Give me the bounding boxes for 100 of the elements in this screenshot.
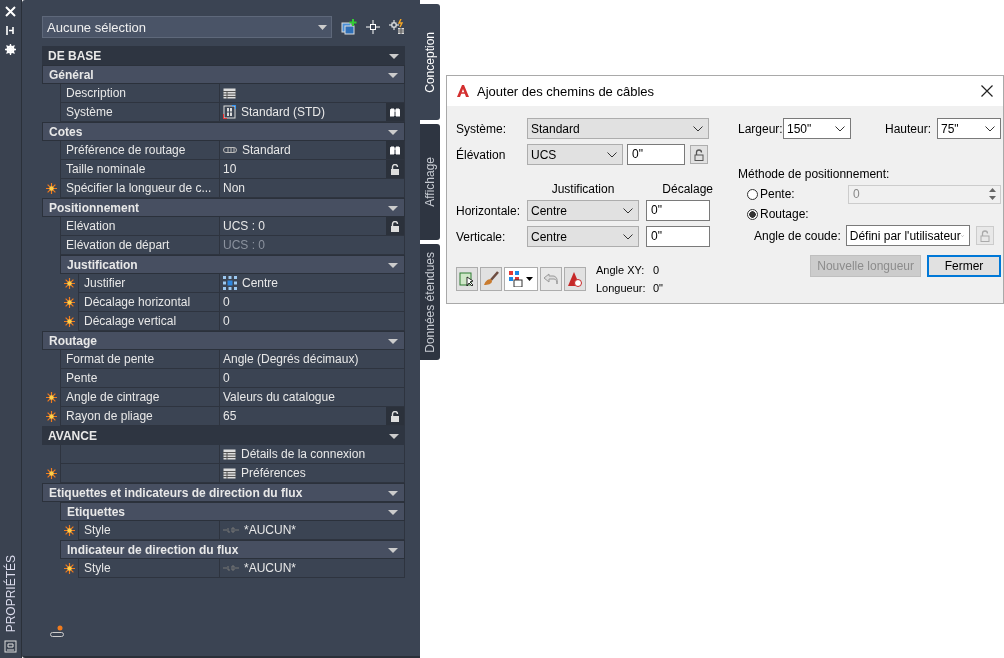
lock-icon <box>390 220 400 232</box>
browse-button[interactable] <box>386 103 404 121</box>
group-title: Etiquettes <box>67 504 125 519</box>
elevation-mode-dropdown[interactable]: UCS <box>527 144 623 165</box>
collapse-arrow-icon[interactable] <box>388 203 398 212</box>
property-value-cell[interactable] <box>220 84 405 103</box>
property-value-cell[interactable]: *AUCUN* <box>220 559 405 578</box>
category-header[interactable]: AVANCE <box>42 426 405 445</box>
match-button[interactable] <box>480 267 502 291</box>
collapse-arrow-icon[interactable] <box>388 507 398 516</box>
spin-arrows-icon <box>989 188 996 200</box>
readout-value: 0" <box>653 282 664 294</box>
property-value: *AUCUN* <box>244 523 297 537</box>
height-dropdown[interactable]: 75" <box>937 118 1001 139</box>
group-header[interactable]: Justification <box>60 255 405 274</box>
group-header[interactable]: Général <box>42 65 405 84</box>
routing-icon <box>223 146 237 154</box>
property-value-cell[interactable]: 0 <box>220 369 405 388</box>
property-label: Préférence de routage <box>66 143 186 157</box>
tag-icon <box>223 527 239 533</box>
vertical-tab[interactable]: Affichage <box>420 124 440 240</box>
lock-button[interactable] <box>690 145 708 164</box>
property-label: Spécifier la longueur de c... <box>66 181 212 195</box>
crosshair-icon[interactable] <box>366 20 380 34</box>
property-value: Valeurs du catalogue <box>223 390 336 404</box>
lock-icon <box>979 229 990 242</box>
group-header[interactable]: Indicateur de direction du flux <box>60 540 405 559</box>
group-header[interactable]: Cotes <box>42 122 405 141</box>
group-header[interactable]: Routage <box>42 331 405 350</box>
lock-button[interactable] <box>386 217 404 235</box>
collapse-arrow-icon[interactable] <box>389 431 399 440</box>
collapse-arrow-icon[interactable] <box>388 545 398 554</box>
property-label: Décalage horizontal <box>84 295 191 309</box>
radio-button[interactable]: Pente: <box>747 187 848 201</box>
selection-dropdown[interactable]: Aucune sélection <box>42 16 332 38</box>
category-title: AVANCE <box>48 428 97 443</box>
property-value-cell[interactable]: Angle (Degrés décimaux) <box>220 350 405 369</box>
justification-dropdown[interactable]: Centre <box>527 200 639 221</box>
width-dropdown[interactable]: 150" <box>783 118 851 139</box>
property-value-cell[interactable]: 10 <box>220 160 405 179</box>
group-title: Routage <box>49 333 97 348</box>
category-header[interactable]: DE BASE <box>42 46 405 65</box>
elevation-input[interactable]: 0" <box>627 144 685 165</box>
radio-button[interactable]: Routage: <box>747 207 848 221</box>
group-title: Indicateur de direction du flux <box>67 542 239 557</box>
property-value: 0 <box>223 295 231 309</box>
justification-grid-icon <box>223 276 237 290</box>
quick-select-icon[interactable] <box>341 19 357 35</box>
property-value: 0 <box>223 314 231 328</box>
lock-button[interactable] <box>386 160 404 178</box>
dialog-button[interactable]: Fermer <box>927 255 1001 277</box>
chevron-icon <box>623 207 633 214</box>
settings-icon[interactable] <box>5 44 16 55</box>
justification-dropdown[interactable]: Centre <box>527 226 639 247</box>
property-label: Format de pente <box>66 352 155 366</box>
property-label: Rayon de pliage <box>66 409 153 423</box>
collapse-arrow-icon[interactable] <box>388 336 398 345</box>
property-label: Style <box>84 523 111 537</box>
property-value-cell[interactable]: Détails de la connexion <box>220 445 405 464</box>
property-label: Style <box>84 561 111 575</box>
blocks-icon <box>509 271 525 287</box>
property-value-cell[interactable]: Standard <box>220 141 405 160</box>
vertical-tab[interactable]: Données étendues <box>420 244 440 360</box>
pin-icon[interactable] <box>5 25 16 36</box>
offset-input[interactable]: 0" <box>646 200 710 221</box>
collapse-arrow-icon[interactable] <box>389 51 399 60</box>
group-header[interactable]: Etiquettes <box>60 502 405 521</box>
group-header[interactable]: Positionnement <box>42 198 405 217</box>
chevron-icon <box>835 125 845 132</box>
property-value-cell[interactable]: Centre <box>220 274 405 293</box>
group-header[interactable]: Etiquettes et indicateurs de direction du flux <box>42 483 405 502</box>
offset-input[interactable]: 0" <box>646 226 710 247</box>
property-value-cell[interactable]: Valeurs du catalogue <box>220 388 405 407</box>
group-title: Cotes <box>49 124 83 139</box>
bend-angle-dropdown[interactable]: Défini par l'utilisateur <box>845 225 970 246</box>
browse-button[interactable] <box>386 141 404 159</box>
properties-icon[interactable] <box>4 640 17 653</box>
pick-button[interactable] <box>456 267 478 291</box>
collapse-arrow-icon[interactable] <box>388 260 398 269</box>
close-icon[interactable] <box>981 85 993 97</box>
group-title: Etiquettes et indicateurs de direction du flux <box>49 485 303 500</box>
caret-icon <box>318 24 327 30</box>
property-value-cell[interactable]: 0 <box>220 293 405 312</box>
routing-preference-icon[interactable] <box>50 624 64 638</box>
compass-dropdown-button[interactable] <box>504 267 538 291</box>
collapse-arrow-icon[interactable] <box>388 488 398 497</box>
collapse-arrow-icon[interactable] <box>388 127 398 136</box>
caret-icon <box>526 277 533 281</box>
property-value-cell[interactable]: UCS : 0 <box>220 217 405 236</box>
vertical-tab[interactable]: Conception <box>420 4 440 120</box>
lock-button[interactable] <box>386 407 404 425</box>
property-label: Pente <box>66 371 98 385</box>
collapse-arrow-icon[interactable] <box>388 70 398 79</box>
system-dropdown[interactable]: Standard <box>527 118 709 139</box>
chevron-icon <box>985 125 995 132</box>
chevron-icon <box>623 233 633 240</box>
property-label: Système <box>66 105 113 119</box>
help-button[interactable] <box>564 267 586 291</box>
pick-add-icon[interactable] <box>389 19 405 35</box>
property-value: Centre <box>242 276 280 290</box>
